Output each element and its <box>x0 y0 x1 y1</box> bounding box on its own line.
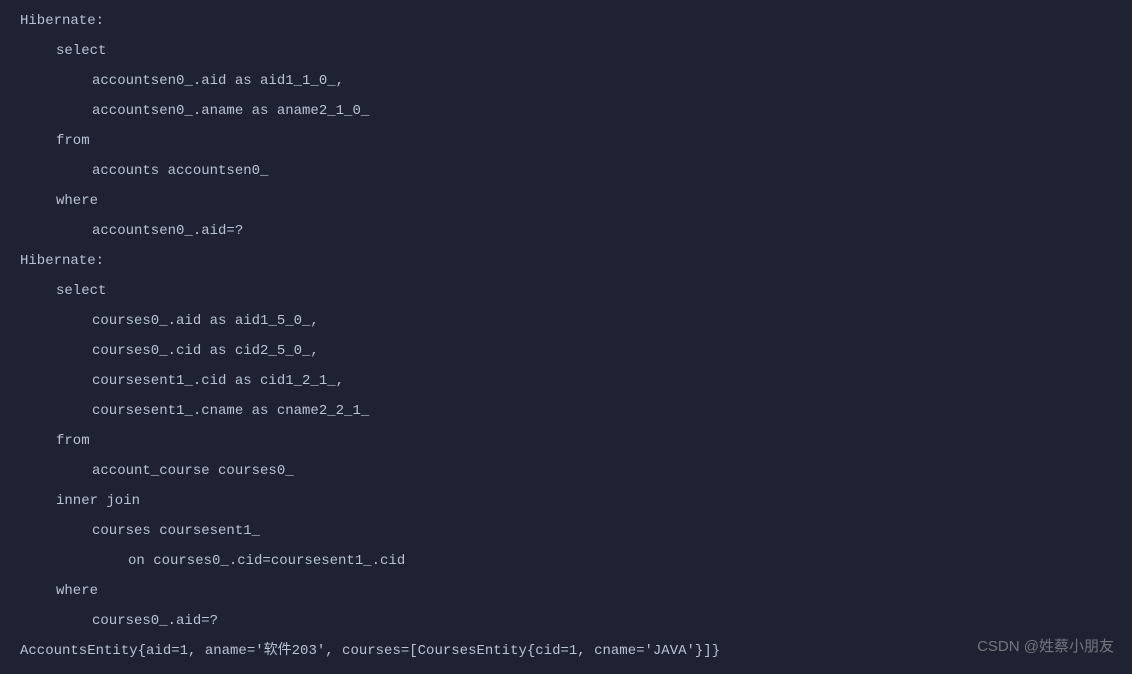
console-line: accountsen0_.aname as aname2_1_0_ <box>20 96 1112 126</box>
console-line: where <box>20 576 1112 606</box>
console-line: select <box>20 36 1112 66</box>
console-line: accounts accountsen0_ <box>20 156 1112 186</box>
console-line: account_course courses0_ <box>20 456 1112 486</box>
console-line: coursesent1_.cname as cname2_2_1_ <box>20 396 1112 426</box>
console-line: AccountsEntity{aid=1, aname='软件203', cou… <box>20 636 1112 666</box>
console-line: where <box>20 186 1112 216</box>
console-line: Hibernate: <box>20 6 1112 36</box>
console-line: courses0_.aid=? <box>20 606 1112 636</box>
console-line: from <box>20 126 1112 156</box>
console-line: coursesent1_.cid as cid1_2_1_, <box>20 366 1112 396</box>
console-line: accountsen0_.aid=? <box>20 216 1112 246</box>
console-line: from <box>20 426 1112 456</box>
console-line: accountsen0_.aid as aid1_1_0_, <box>20 66 1112 96</box>
console-line: inner join <box>20 486 1112 516</box>
console-output: Hibernate:selectaccountsen0_.aid as aid1… <box>0 0 1132 672</box>
console-line: Hibernate: <box>20 246 1112 276</box>
console-line: courses0_.cid as cid2_5_0_, <box>20 336 1112 366</box>
console-line: select <box>20 276 1112 306</box>
watermark-text: CSDN @姓蔡小朋友 <box>977 632 1114 662</box>
console-line: courses coursesent1_ <box>20 516 1112 546</box>
console-line: on courses0_.cid=coursesent1_.cid <box>20 546 1112 576</box>
console-line: courses0_.aid as aid1_5_0_, <box>20 306 1112 336</box>
